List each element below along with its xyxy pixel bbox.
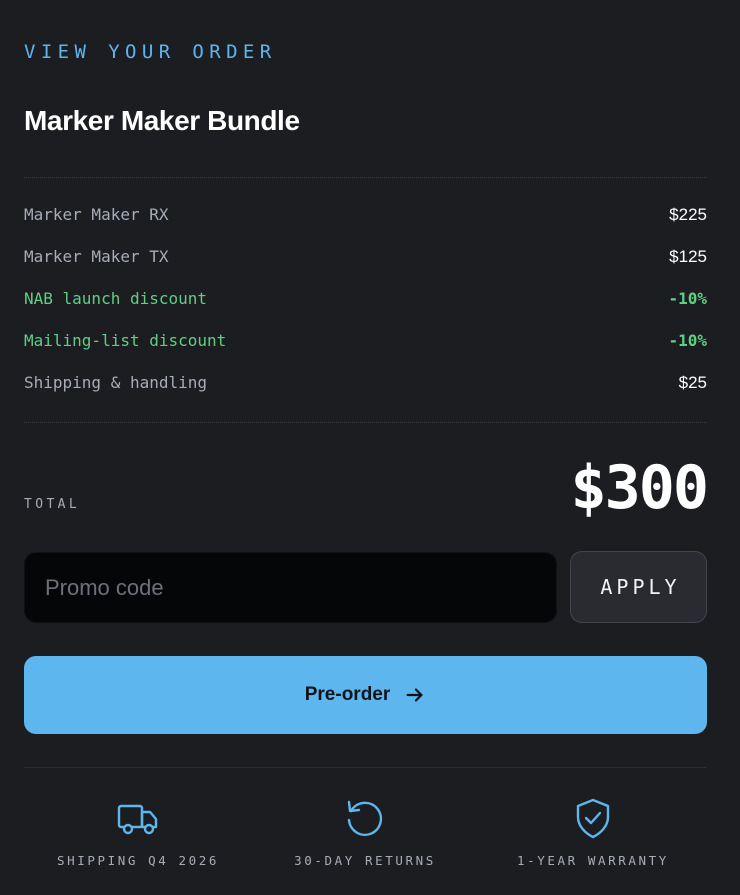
discount-label: NAB launch discount (24, 289, 208, 308)
feature-label: 1-YEAR WARRANTY (517, 853, 669, 868)
truck-icon (116, 796, 160, 840)
line-items-list: Marker Maker RX $225 Marker Maker TX $12… (24, 196, 707, 406)
order-eyebrow: VIEW YOUR ORDER (24, 41, 277, 63)
line-item: Marker Maker TX $125 (24, 238, 707, 280)
feature-returns: 30-DAY RETURNS (251, 768, 479, 895)
shield-check-icon (571, 796, 615, 840)
total-label: TOTAL (24, 497, 81, 512)
line-item: Marker Maker RX $225 (24, 196, 707, 238)
discount-label: Mailing-list discount (24, 331, 227, 350)
pre-order-label: Pre-order (304, 684, 391, 705)
line-item: Shipping & handling $25 (24, 364, 707, 406)
discount-line-item: NAB launch discount -10% (24, 280, 707, 322)
feature-highlights: SHIPPING Q4 2026 30-DAY RETURNS 1-YEAR W… (24, 768, 707, 895)
feature-warranty: 1-YEAR WARRANTY (479, 768, 707, 895)
feature-shipping: SHIPPING Q4 2026 (24, 768, 252, 895)
pre-order-button[interactable]: Pre-order (24, 656, 707, 734)
order-summary-panel: VIEW YOUR ORDER Marker Maker Bundle Mark… (24, 0, 709, 895)
line-item-label: Marker Maker TX (24, 247, 169, 266)
promo-code-input[interactable] (24, 552, 557, 623)
discount-value: -10% (668, 289, 707, 308)
apply-promo-button[interactable]: APPLY (570, 551, 707, 623)
divider (24, 422, 707, 423)
line-item-price: $25 (678, 373, 707, 392)
line-item-price: $225 (669, 205, 707, 224)
line-item-label: Shipping & handling (24, 373, 208, 392)
divider (24, 177, 707, 178)
discount-line-item: Mailing-list discount -10% (24, 322, 707, 364)
rotate-ccw-icon (343, 796, 387, 840)
total-amount: $300 (570, 453, 709, 523)
product-title: Marker Maker Bundle (24, 105, 300, 136)
line-item-label: Marker Maker RX (24, 205, 169, 224)
line-item-price: $125 (669, 247, 707, 266)
feature-label: SHIPPING Q4 2026 (56, 853, 219, 868)
arrow-right-icon (404, 684, 426, 706)
feature-label: 30-DAY RETURNS (294, 853, 436, 868)
discount-value: -10% (668, 331, 707, 350)
